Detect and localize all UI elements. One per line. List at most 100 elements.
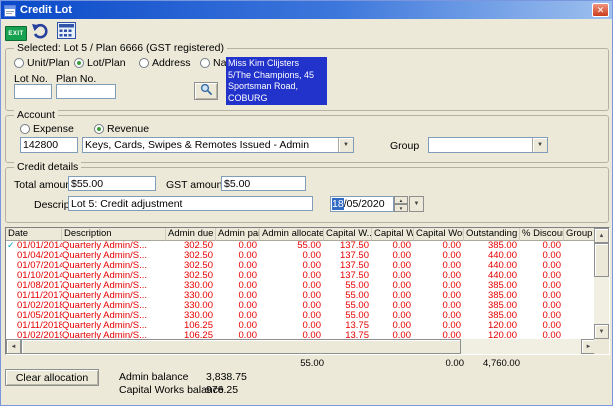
- radio-expense[interactable]: Expense: [20, 123, 74, 135]
- table-cell: Quarterly Admin/S...: [62, 311, 148, 321]
- date-dropdown-button[interactable]: ▼: [409, 196, 424, 212]
- column-header[interactable]: Date: [6, 228, 62, 241]
- close-button[interactable]: ✕: [592, 3, 609, 17]
- owner-info-box: Miss Kim Clijsters 5/The Champions, 45 S…: [226, 57, 327, 105]
- table-cell: 0.00: [238, 271, 258, 281]
- table-cell: 385.00: [487, 311, 517, 321]
- clear-allocation-button[interactable]: Clear allocation: [5, 369, 99, 386]
- scroll-down-button[interactable]: ▼: [594, 324, 609, 339]
- horizontal-scrollbar[interactable]: ◄ ►: [6, 339, 596, 354]
- table-row[interactable]: 01/11/2018 Quarterly Admin/S... 106.25 0.00…: [6, 321, 596, 331]
- chevron-down-icon: ▼: [413, 201, 420, 207]
- table-cell: 0.00: [392, 261, 412, 271]
- column-header[interactable]: Group: [564, 228, 596, 241]
- table-cell: 0.00: [392, 321, 412, 331]
- column-header[interactable]: Outstanding: [464, 228, 520, 241]
- total-amount-input[interactable]: [68, 176, 156, 191]
- exit-button[interactable]: EXIT: [5, 23, 27, 43]
- table-row[interactable]: 01/07/2014 Quarterly Admin/S... 302.50 0.00…: [6, 261, 596, 271]
- chevron-down-icon[interactable]: ▼: [532, 138, 547, 152]
- lot-no-input[interactable]: [14, 84, 52, 99]
- spin-down-button[interactable]: ▼: [394, 204, 408, 212]
- credit-details-legend: Credit details: [14, 161, 82, 173]
- scroll-up-button[interactable]: ▲: [594, 228, 609, 243]
- table-cell: 55.00: [345, 311, 369, 321]
- table-row[interactable]: 01/08/2017 Quarterly Admin/S... 330.00 0.00…: [6, 281, 596, 291]
- table-cell: 385.00: [487, 301, 517, 311]
- radio-icon: [20, 124, 30, 134]
- description-input[interactable]: [68, 196, 313, 211]
- date-picker[interactable]: 18/05/2020 ▲ ▼ ▼: [330, 196, 424, 212]
- titlebar[interactable]: Credit Lot ✕: [1, 1, 612, 19]
- table-cell: 137.50: [339, 271, 369, 281]
- owner-address-line: VIC 3058: [228, 104, 325, 105]
- table-row[interactable]: 01/02/2018 Quarterly Admin/S... 330.00 0.00…: [6, 301, 596, 311]
- column-header[interactable]: Description: [62, 228, 166, 241]
- scroll-left-button[interactable]: ◄: [6, 339, 21, 354]
- account-code-input[interactable]: [20, 137, 78, 153]
- table-row[interactable]: 01/11/2017 Quarterly Admin/S... 330.00 0.00…: [6, 291, 596, 301]
- group-select[interactable]: ▼: [428, 137, 548, 153]
- plan-no-input[interactable]: [56, 84, 116, 99]
- table-cell: [564, 291, 596, 301]
- chevron-down-icon[interactable]: ▼: [338, 138, 353, 152]
- table-cell: 01/11/2017: [17, 291, 62, 301]
- column-header[interactable]: % Discount: [520, 228, 564, 241]
- radio-address[interactable]: Address: [139, 57, 191, 69]
- table-cell: 55.00: [297, 241, 321, 251]
- radio-revenue[interactable]: Revenue: [94, 123, 149, 135]
- search-icon: [200, 83, 213, 99]
- radio-icon: [139, 58, 149, 68]
- table-row[interactable]: 01/10/2014 Quarterly Admin/S... 302.50 0.00…: [6, 271, 596, 281]
- table-cell: 0.00: [442, 241, 462, 251]
- table-cell: 13.75: [345, 321, 369, 331]
- table-cell: 385.00: [487, 241, 517, 251]
- table-row[interactable]: ✓ 01/01/2014 Quarterly Admin/S... 302.50 0.0…: [6, 241, 596, 251]
- radio-lot-plan[interactable]: Lot/Plan: [74, 57, 126, 69]
- table-cell: 0.00: [442, 311, 462, 321]
- scroll-up-icon: ▲: [598, 232, 605, 239]
- column-header[interactable]: Capital W...: [372, 228, 414, 241]
- table-cell: 330.00: [183, 311, 213, 321]
- owner-name: Miss Kim Clijsters: [228, 58, 299, 68]
- table-cell: 137.50: [339, 251, 369, 261]
- table-row[interactable]: 01/04/2014 Quarterly Admin/S... 302.50 0.00…: [6, 251, 596, 261]
- spin-up-button[interactable]: ▲: [394, 196, 408, 204]
- column-header[interactable]: Admin allocated: [260, 228, 324, 241]
- table-cell: 0.00: [238, 241, 258, 251]
- owner-address-line: 5/The Champions, 45: [228, 69, 315, 80]
- table-cell: 0.00: [542, 251, 562, 261]
- table-cell: 0.00: [392, 271, 412, 281]
- table-cell: 0.00: [302, 291, 322, 301]
- table-cell: [564, 241, 596, 251]
- table-cell: 0.00: [542, 291, 562, 301]
- column-header[interactable]: Admin due: [166, 228, 216, 241]
- selected-group: Selected: Lot 5 / Plan 6666 (GST registe…: [5, 42, 609, 111]
- radio-unit-plan[interactable]: Unit/Plan: [14, 57, 70, 69]
- gst-amount-input[interactable]: [221, 176, 306, 191]
- account-select[interactable]: Keys, Cards, Swipes & Remotes Issued - A…: [82, 137, 354, 153]
- table-cell: Quarterly Admin/S...: [62, 251, 148, 261]
- column-header[interactable]: Capital W...: [324, 228, 372, 241]
- table-cell: 0.00: [238, 281, 258, 291]
- date-value[interactable]: 18/05/2020: [330, 196, 394, 212]
- table-cell: 302.50: [183, 241, 213, 251]
- account-select-value: Keys, Cards, Swipes & Remotes Issued - A…: [85, 139, 310, 151]
- vertical-scroll-thumb[interactable]: [594, 243, 609, 277]
- capital-balance-value: 976.25: [206, 384, 239, 396]
- table-row[interactable]: 01/05/2018 Quarterly Admin/S... 330.00 0.00…: [6, 311, 596, 321]
- calculator-button[interactable]: [55, 22, 77, 43]
- table-cell: 0.00: [302, 251, 322, 261]
- search-button[interactable]: [194, 82, 218, 100]
- column-header[interactable]: Capital Works all...: [414, 228, 464, 241]
- column-header[interactable]: Admin paid: [216, 228, 260, 241]
- admin-balance-value: 3,838.75: [206, 371, 247, 383]
- table-cell: 01/10/2014: [17, 271, 62, 281]
- vertical-scrollbar[interactable]: ▲ ▼: [594, 228, 609, 339]
- table-cell: 440.00: [487, 271, 517, 281]
- table-header: DateDescriptionAdmin dueAdmin paidAdmin …: [6, 228, 596, 241]
- undo-button[interactable]: [29, 23, 51, 43]
- table-cell: 0.00: [302, 261, 322, 271]
- table-cell: [564, 321, 596, 331]
- horizontal-scroll-thumb[interactable]: [21, 339, 461, 354]
